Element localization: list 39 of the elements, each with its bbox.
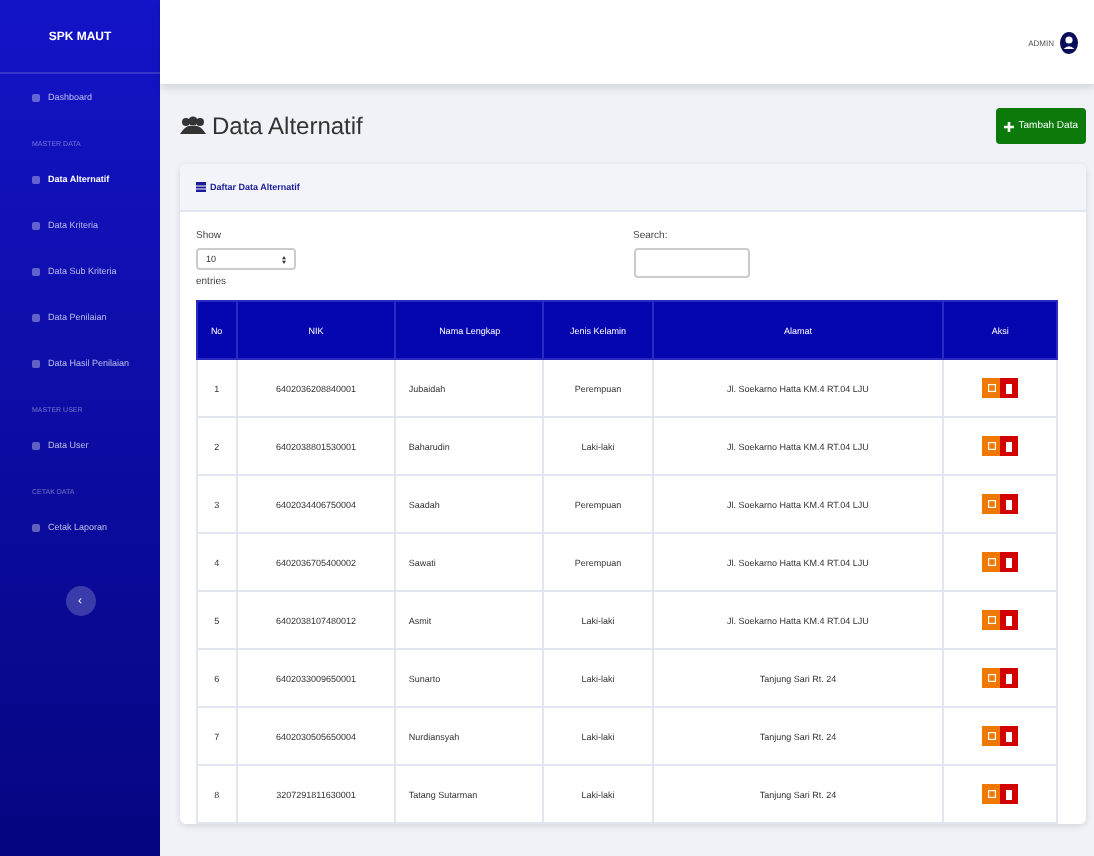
trash-icon xyxy=(1006,557,1013,567)
sort-arrows-icon xyxy=(282,255,286,263)
delete-button[interactable] xyxy=(1000,726,1019,746)
delete-button[interactable] xyxy=(1000,784,1019,804)
edit-button[interactable] xyxy=(982,378,1001,398)
trash-icon xyxy=(1006,673,1013,683)
trash-icon xyxy=(1006,731,1013,741)
edit-icon xyxy=(987,674,996,682)
trash-icon xyxy=(1006,499,1013,509)
trash-icon xyxy=(1006,441,1013,451)
delete-button[interactable] xyxy=(1000,552,1019,572)
edit-button[interactable] xyxy=(982,784,1001,804)
page-title: Data Alternatif xyxy=(212,112,363,140)
trash-icon xyxy=(1006,383,1013,393)
trash-icon xyxy=(1006,789,1013,799)
delete-button[interactable] xyxy=(1000,610,1019,630)
search-field[interactable] xyxy=(633,248,749,278)
edit-icon xyxy=(987,558,996,566)
edit-button[interactable] xyxy=(982,726,1001,746)
delete-button[interactable] xyxy=(1000,494,1019,514)
edit-icon xyxy=(987,500,996,508)
edit-button[interactable] xyxy=(982,494,1001,514)
edit-icon xyxy=(987,442,996,450)
users-icon xyxy=(180,116,206,136)
edit-button[interactable] xyxy=(982,610,1001,630)
edit-icon xyxy=(987,732,996,740)
user-icon[interactable] xyxy=(1060,31,1078,53)
delete-button[interactable] xyxy=(1000,668,1019,688)
edit-button[interactable] xyxy=(982,552,1001,572)
table-icon xyxy=(196,182,206,192)
edit-icon xyxy=(987,384,996,392)
edit-icon xyxy=(987,616,996,624)
trash-icon xyxy=(1006,615,1013,625)
delete-button[interactable] xyxy=(1000,378,1019,398)
delete-button[interactable] xyxy=(1000,436,1019,456)
edit-button[interactable] xyxy=(982,668,1001,688)
edit-button[interactable] xyxy=(982,436,1001,456)
edit-icon xyxy=(987,790,996,798)
plus-icon xyxy=(1004,121,1015,131)
